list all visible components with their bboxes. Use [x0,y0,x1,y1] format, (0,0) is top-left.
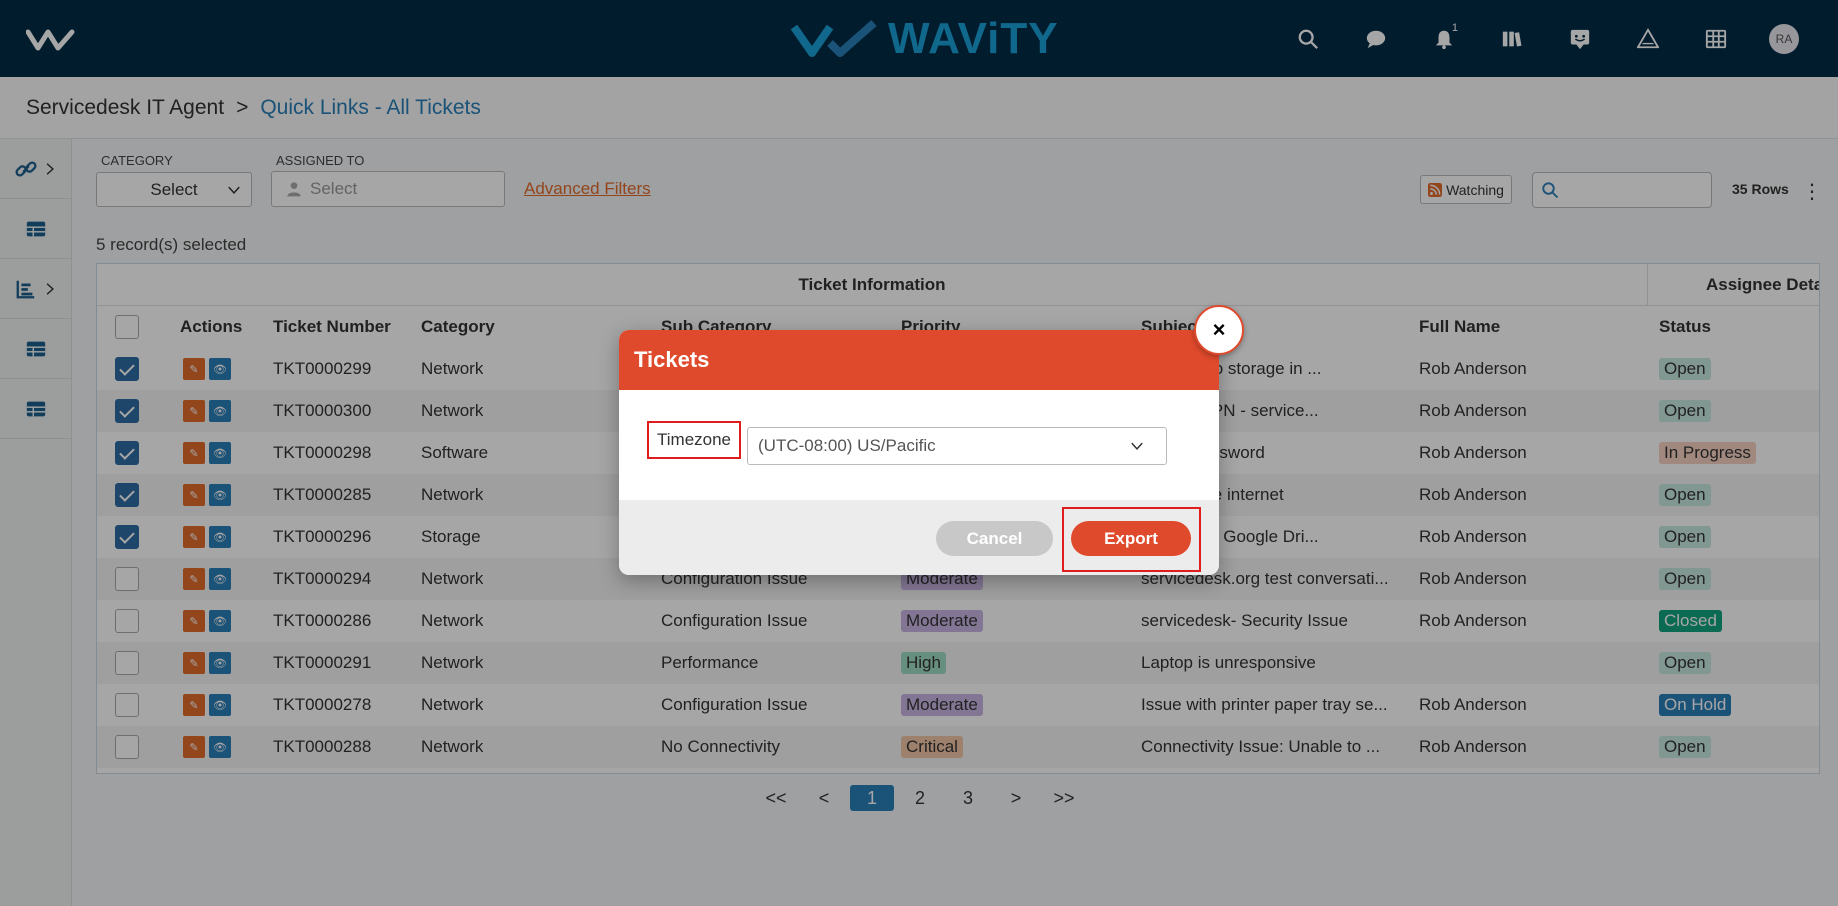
modal-footer: Cancel Export [619,500,1219,575]
export-tickets-modal: Tickets Timezone (UTC-08:00) US/Pacific … [619,330,1219,575]
timezone-label: Timezone [647,421,742,459]
timezone-select-value: (UTC-08:00) US/Pacific [758,436,936,455]
cancel-button[interactable]: Cancel [936,521,1053,556]
export-button[interactable]: Export [1071,521,1191,556]
close-icon[interactable]: × [1194,305,1244,355]
timezone-select[interactable]: (UTC-08:00) US/Pacific [747,427,1167,465]
modal-title: Tickets [619,330,1219,390]
modal-body: Timezone (UTC-08:00) US/Pacific [619,390,1219,500]
chevron-down-icon [1131,442,1143,451]
